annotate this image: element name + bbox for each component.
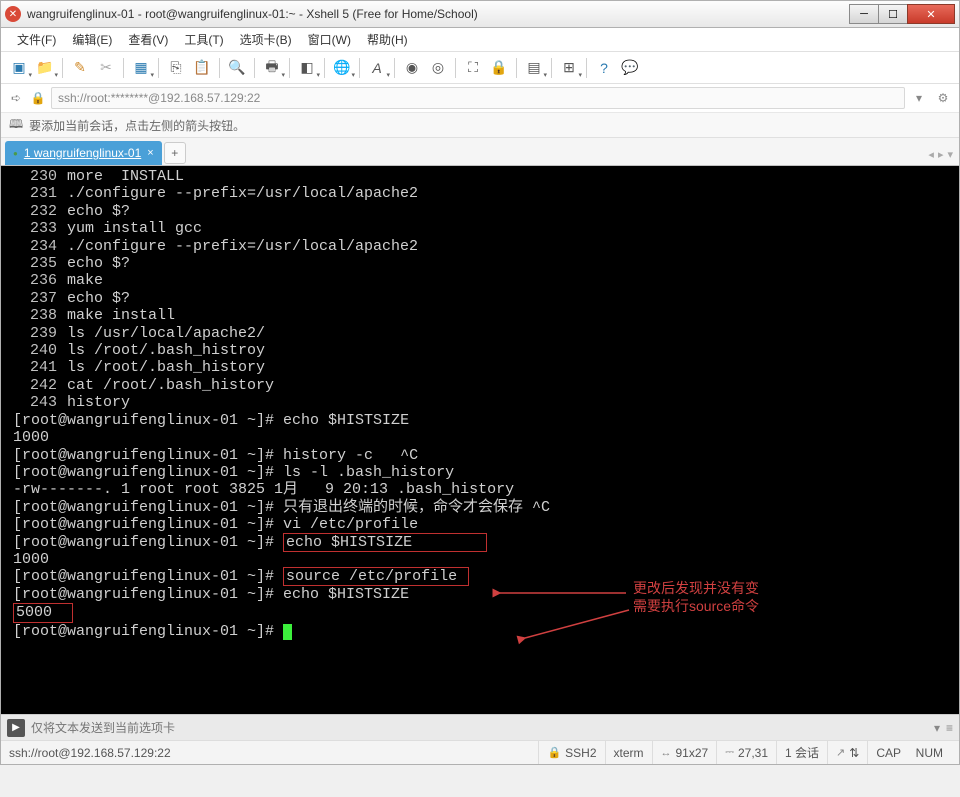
status-size: 91x27 bbox=[676, 746, 709, 760]
paste-icon[interactable]: 📋 bbox=[190, 56, 214, 80]
menu-window[interactable]: 窗口(W) bbox=[300, 29, 359, 50]
annotation-arrow-2 bbox=[521, 608, 636, 644]
send-icon[interactable]: ▶ bbox=[7, 719, 25, 737]
address-input[interactable] bbox=[51, 87, 905, 109]
tab-label: 1 wangruifenglinux-01 bbox=[24, 146, 141, 160]
print-icon[interactable]: 🖶 bbox=[260, 56, 284, 80]
lock-icon[interactable]: 🔒 bbox=[487, 56, 511, 80]
hint-bar: 🕮 要添加当前会话，点击左侧的箭头按钮。 bbox=[1, 112, 959, 138]
session-arrow-icon[interactable]: ➪ bbox=[7, 89, 25, 107]
tab-bar: ● 1 wangruifenglinux-01 × + ◂ ▸ ▾ bbox=[1, 138, 959, 166]
xftp-icon[interactable]: ◎ bbox=[426, 56, 450, 80]
tab-next-icon[interactable]: ▸ bbox=[938, 148, 944, 161]
status-link: ⇅ bbox=[849, 746, 859, 760]
feedback-icon[interactable]: 💬 bbox=[618, 56, 642, 80]
disconnect-icon[interactable]: ✂ bbox=[94, 56, 118, 80]
help-icon[interactable]: ? bbox=[592, 56, 616, 80]
open-folder-icon[interactable]: 📁 bbox=[33, 56, 57, 80]
hint-text: 要添加当前会话，点击左侧的箭头按钮。 bbox=[29, 117, 245, 134]
menu-bar: 文件(F) 编辑(E) 查看(V) 工具(T) 选项卡(B) 窗口(W) 帮助(… bbox=[1, 28, 959, 52]
menu-help[interactable]: 帮助(H) bbox=[359, 29, 416, 50]
status-bar: ssh://root@192.168.57.129:22 🔒 SSH2 xterm… bbox=[1, 740, 959, 764]
language-icon[interactable]: 🌐 bbox=[330, 56, 354, 80]
properties-icon[interactable]: ▦ bbox=[129, 56, 153, 80]
title-bar: ✕ wangruifenglinux-01 - root@wangruifeng… bbox=[0, 0, 960, 28]
copy-icon[interactable]: ⎘ bbox=[164, 56, 188, 80]
window-title: wangruifenglinux-01 - root@wangruifengli… bbox=[27, 7, 850, 21]
layout-icon[interactable]: ⊞ bbox=[557, 56, 581, 80]
tab-session[interactable]: ● 1 wangruifenglinux-01 × bbox=[5, 141, 162, 165]
status-sessions: 1 会话 bbox=[776, 741, 827, 764]
tab-status-icon: ● bbox=[13, 149, 18, 158]
send-dropdown-icon[interactable]: ▾ bbox=[934, 721, 940, 735]
tab-prev-icon[interactable]: ◂ bbox=[928, 148, 934, 161]
send-toggle-icon[interactable]: ≡ bbox=[946, 721, 953, 735]
status-num: NUM bbox=[916, 746, 943, 760]
status-protocol: SSH2 bbox=[565, 746, 596, 760]
tab-add-button[interactable]: + bbox=[164, 142, 186, 164]
reconnect-icon[interactable]: ✎ bbox=[68, 56, 92, 80]
menu-edit[interactable]: 编辑(E) bbox=[64, 29, 120, 50]
lock-status-icon: 🔒 bbox=[547, 746, 561, 759]
link-icon: ↗ bbox=[836, 746, 845, 759]
address-options-icon[interactable]: ⚙ bbox=[933, 88, 953, 108]
color-scheme-icon[interactable]: ◧ bbox=[295, 56, 319, 80]
status-cursor: 27,31 bbox=[738, 746, 768, 760]
maximize-button[interactable]: ☐ bbox=[878, 4, 908, 24]
tab-list-icon[interactable]: ▾ bbox=[947, 148, 953, 161]
send-input[interactable] bbox=[31, 718, 928, 738]
toolbar: ▣ 📁 ✎ ✂ ▦ ⎘ 📋 🔍 🖶 ◧ 🌐 A ◉ ◎ ⛶ 🔒 ▤ ⊞ ? 💬 bbox=[1, 52, 959, 84]
menu-tools[interactable]: 工具(T) bbox=[176, 29, 231, 50]
lock-small-icon: 🔒 bbox=[29, 89, 47, 107]
minimize-button[interactable]: ─ bbox=[849, 4, 879, 24]
status-connection: ssh://root@192.168.57.129:22 bbox=[9, 746, 538, 760]
cursor-pos-icon: ⎓ bbox=[725, 746, 734, 759]
app-icon: ✕ bbox=[5, 6, 21, 22]
close-button[interactable]: ✕ bbox=[907, 4, 955, 24]
annotation-2: 需要执行source命令 bbox=[633, 598, 759, 615]
status-term-type: xterm bbox=[605, 741, 652, 764]
xagent-icon[interactable]: ◉ bbox=[400, 56, 424, 80]
address-bar: ➪ 🔒 ▾ ⚙ bbox=[1, 84, 959, 112]
send-bar: ▶ ▾ ≡ bbox=[1, 714, 959, 740]
size-icon: ↔ bbox=[661, 747, 672, 759]
menu-view[interactable]: 查看(V) bbox=[120, 29, 176, 50]
terminal[interactable]: 230more INSTALL231./configure --prefix=/… bbox=[1, 166, 959, 714]
annotation-arrow-1 bbox=[496, 585, 636, 601]
menu-file[interactable]: 文件(F) bbox=[9, 29, 64, 50]
address-dropdown-icon[interactable]: ▾ bbox=[909, 88, 929, 108]
annotation-1: 更改后发现并没有变 bbox=[633, 580, 759, 597]
fullscreen-icon[interactable]: ⛶ bbox=[461, 56, 485, 80]
windows-icon[interactable]: ▤ bbox=[522, 56, 546, 80]
new-session-icon[interactable]: ▣ bbox=[7, 56, 31, 80]
menu-tab[interactable]: 选项卡(B) bbox=[232, 29, 300, 50]
find-icon[interactable]: 🔍 bbox=[225, 56, 249, 80]
bookmark-icon[interactable]: 🕮 bbox=[9, 115, 23, 136]
status-cap: CAP bbox=[876, 746, 901, 760]
font-icon[interactable]: A bbox=[365, 56, 389, 80]
tab-close-icon[interactable]: × bbox=[147, 147, 153, 159]
tab-nav: ◂ ▸ ▾ bbox=[928, 148, 953, 161]
